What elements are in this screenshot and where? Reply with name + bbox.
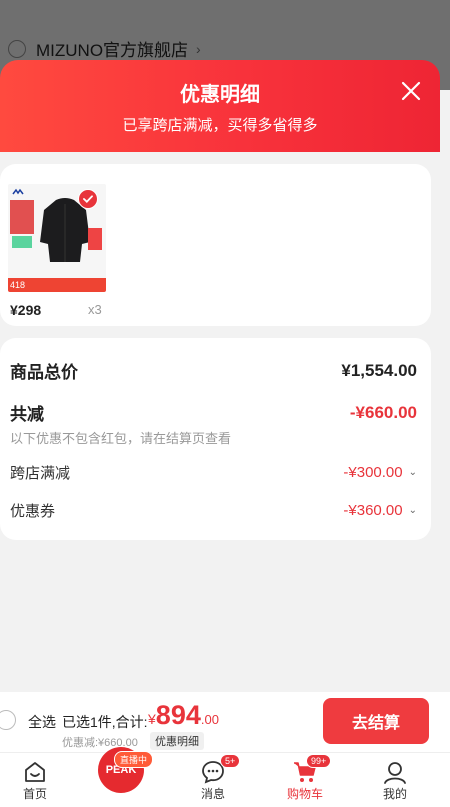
messages-badge: 5+ [220,754,241,768]
discount-item-row[interactable]: 优惠券 -¥360.00 ⌄ [10,500,417,521]
discount-item-label: 跨店满减 [10,465,71,482]
price-summary-card: 商品总价 ¥1,554.00 共减 -¥660.00 以下优惠不包含红包，请在结… [0,338,431,540]
chevron-right-icon: › [196,40,201,57]
checkout-bar: 全选 已选1件,合计: ¥ 894 .00 优惠减:¥660.00 优惠明细 去… [0,692,450,752]
tab-messages[interactable]: 5+ 消息 [178,753,248,807]
total-row: 商品总价 ¥1,554.00 [10,358,417,383]
tab-home[interactable]: 首页 [0,753,70,807]
discount-hint: 以下优惠不包含红包，请在结算页查看 [10,431,232,446]
thumb-price-bar: 418 [8,278,106,292]
discount-item-value-wrap: -¥360.00 ⌄ [343,502,417,519]
total-label: 商品总价 [10,363,78,382]
discount-item-value: -¥300.00 [343,464,403,481]
promo-tag-green [12,236,32,248]
currency-symbol: ¥ [148,711,156,727]
tab-cart-label: 购物车 [286,787,323,801]
discount-sheet-header: 优惠明细 已享跨店满减，买得多省得多 [0,60,440,152]
bottom-tab-bar: 首页 PEAK 直播中 5+ 消息 99+ 购物车 我的 [0,747,450,807]
tab-home-label: 首页 [22,787,47,801]
discount-value: -¥660.00 [349,402,417,422]
total-value: ¥1,554.00 [341,360,417,380]
discount-sheet-body: 418 ¥298 x3 商品总价 ¥1,554.00 共减 -¥660.00 以… [0,152,440,692]
store-name: MIZUNO官方旗舰店 [36,41,189,60]
checkout-button[interactable]: 去结算 [323,698,429,744]
tab-mine-label: 我的 [382,787,407,801]
discount-item-label: 优惠券 [10,503,56,520]
product-price: ¥298 [10,302,42,318]
tab-mine[interactable]: 我的 [360,753,430,807]
store-select-radio [8,39,26,58]
home-icon [25,762,45,782]
discount-detail-link[interactable]: 优惠明细 [150,732,204,750]
discount-item-value-wrap: -¥300.00 ⌄ [343,464,417,481]
product-quantity: x3 [88,302,102,317]
selected-count: 已选1件,合计: [62,714,148,730]
tab-messages-label: 消息 [200,787,225,801]
select-all-label[interactable]: 全选 [28,712,56,732]
discount-item-value: -¥360.00 [343,502,403,519]
discount-item-row[interactable]: 跨店满减 -¥300.00 ⌄ [10,462,417,483]
total-integer: 894 [155,700,201,730]
store-row: MIZUNO官方旗舰店 › [8,36,201,61]
sheet-subtitle: 已享跨店满减，买得多省得多 [122,117,318,134]
thumb-price: 418 [10,280,26,290]
cart-badge: 99+ [306,754,332,768]
promo-card [88,228,102,250]
promo-tag [10,200,34,234]
product-card: 418 ¥298 x3 [0,164,431,326]
checkout-total: ¥ 894 .00 [148,700,219,731]
discount-label: 共减 [10,405,44,424]
chevron-down-icon[interactable]: ⌄ [409,467,417,478]
sheet-title: 优惠明细 [180,84,260,106]
brand-logo-icon [12,188,24,195]
discount-row: 共减 -¥660.00 [10,400,417,425]
close-icon[interactable] [400,80,422,102]
user-icon [384,762,406,784]
live-badge: 直播中 [114,751,154,768]
checkmark-icon [78,189,98,209]
tab-cart[interactable]: 99+ 购物车 [270,753,340,807]
select-all-radio[interactable] [0,710,16,730]
chevron-down-icon[interactable]: ⌄ [409,505,417,516]
total-decimal: .00 [200,712,219,727]
